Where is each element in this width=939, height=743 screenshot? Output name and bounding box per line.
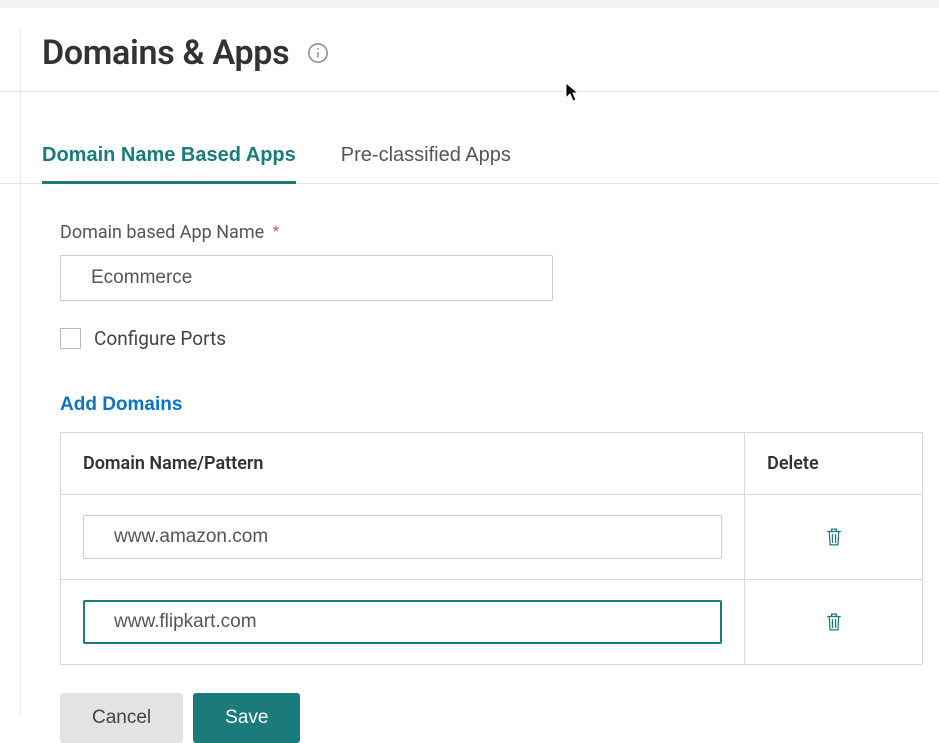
domain-input[interactable] bbox=[83, 600, 722, 644]
add-domains-button[interactable]: Add Domains bbox=[60, 394, 182, 416]
domain-cell bbox=[61, 495, 745, 580]
page-title: Domains & Apps bbox=[42, 33, 289, 73]
table-row bbox=[61, 580, 923, 665]
page-container: Domains & Apps Domain Name Based Apps Pr… bbox=[0, 8, 939, 743]
tabs: Domain Name Based Apps Pre-classified Ap… bbox=[0, 134, 939, 184]
form-actions: Cancel Save bbox=[60, 693, 879, 743]
save-button[interactable]: Save bbox=[193, 693, 300, 743]
domains-table: Domain Name/Pattern Delete bbox=[60, 432, 923, 665]
top-strip bbox=[0, 0, 939, 8]
trash-icon bbox=[824, 611, 844, 633]
domain-input[interactable] bbox=[83, 515, 722, 559]
trash-icon bbox=[824, 526, 844, 548]
required-mark: * bbox=[273, 222, 279, 240]
page-header: Domains & Apps bbox=[0, 8, 939, 92]
app-name-input[interactable] bbox=[60, 255, 553, 301]
app-name-label-text: Domain based App Name bbox=[60, 222, 264, 243]
domain-cell bbox=[61, 580, 745, 665]
col-delete-header: Delete bbox=[745, 433, 923, 495]
configure-ports-checkbox[interactable] bbox=[60, 328, 81, 349]
cancel-button[interactable]: Cancel bbox=[60, 693, 183, 743]
table-row bbox=[61, 495, 923, 580]
delete-row-button[interactable] bbox=[820, 522, 848, 552]
app-name-field-group: Domain based App Name * bbox=[60, 222, 879, 301]
form: Domain based App Name * Configure Ports … bbox=[0, 184, 939, 743]
tab-domain-name-based[interactable]: Domain Name Based Apps bbox=[42, 134, 296, 184]
col-domain-header: Domain Name/Pattern bbox=[61, 433, 745, 495]
table-header-row: Domain Name/Pattern Delete bbox=[61, 433, 923, 495]
left-divider bbox=[20, 30, 21, 716]
app-name-label: Domain based App Name * bbox=[60, 222, 279, 243]
delete-cell bbox=[745, 495, 923, 580]
configure-ports-label: Configure Ports bbox=[94, 327, 226, 350]
info-icon[interactable] bbox=[307, 42, 329, 64]
delete-cell bbox=[745, 580, 923, 665]
delete-row-button[interactable] bbox=[820, 607, 848, 637]
tab-preclassified[interactable]: Pre-classified Apps bbox=[341, 134, 511, 184]
configure-ports-row: Configure Ports bbox=[60, 327, 879, 350]
